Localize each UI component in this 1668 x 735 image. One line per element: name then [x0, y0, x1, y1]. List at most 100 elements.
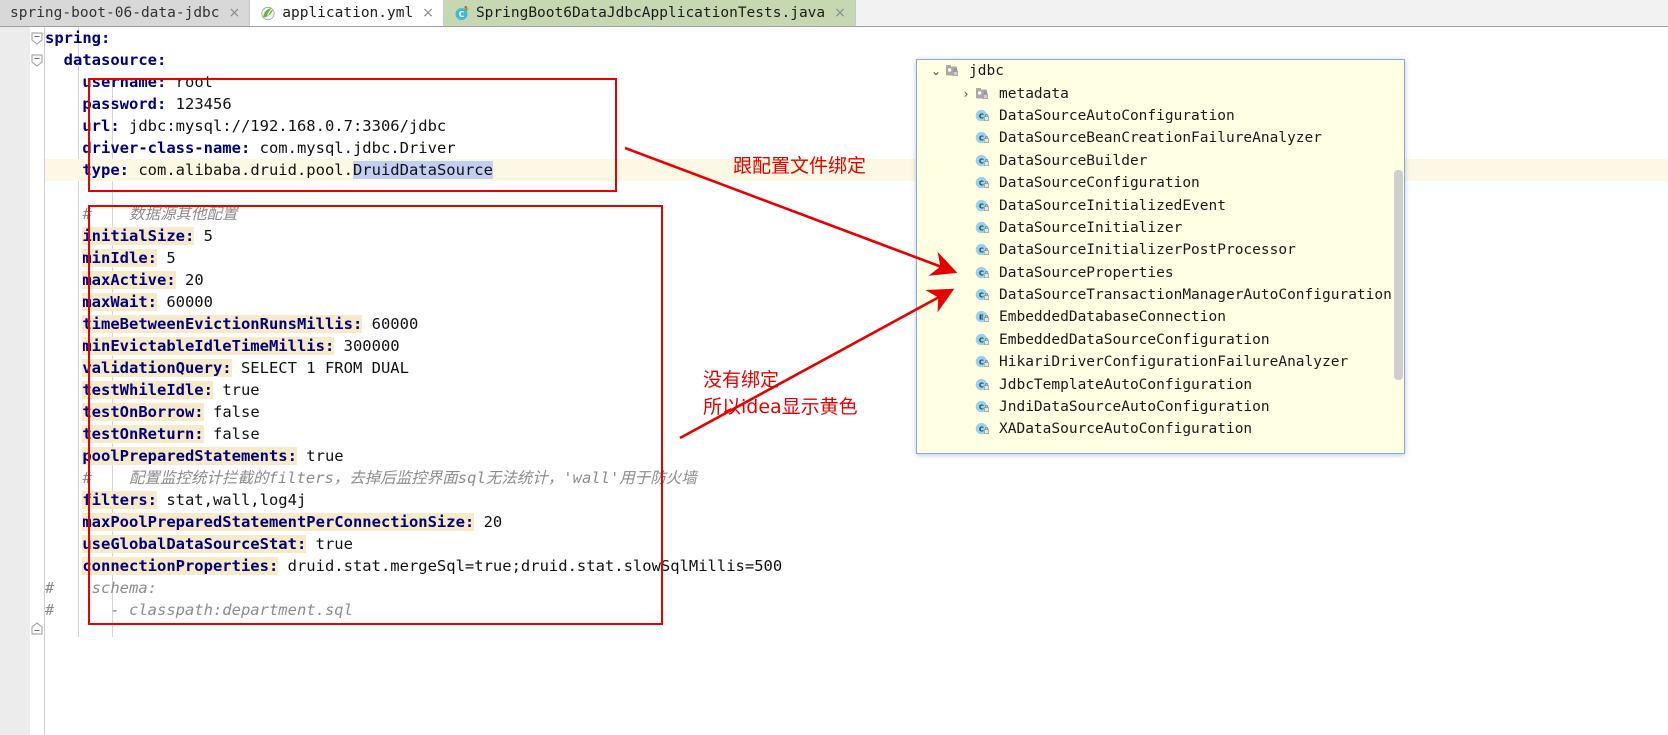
- code-line[interactable]: timeBetweenEvictionRunsMillis: 60000: [45, 313, 782, 335]
- class-icon: C: [975, 287, 995, 303]
- svg-text:C: C: [979, 426, 984, 434]
- yaml-key: poolPreparedStatements:: [82, 447, 297, 465]
- code-line[interactable]: minEvictableIdleTimeMillis: 300000: [45, 335, 782, 357]
- chevron-right-icon[interactable]: ›: [957, 87, 975, 101]
- tree-item[interactable]: C DataSourceTransactionManagerAutoConfigu…: [917, 284, 1404, 306]
- tree-item[interactable]: C DataSourceProperties: [917, 262, 1404, 284]
- svg-text:C: C: [979, 202, 984, 210]
- tree-list[interactable]: ⌄ jdbc › metadata C DataSourceAutoConfigurati…: [917, 60, 1404, 441]
- tree-item-label: HikariDriverConfigurationFailureAnalyzer: [999, 354, 1349, 371]
- tree-item[interactable]: C DataSourceAutoConfiguration: [917, 105, 1404, 127]
- editor-tab-bar: spring-boot-06-data-jdbc × application.y…: [0, 0, 1668, 27]
- tree-item-label: EmbeddedDatabaseConnection: [999, 309, 1226, 326]
- code-line[interactable]: maxActive: 20: [45, 269, 782, 291]
- fold-marker-datasource[interactable]: [31, 54, 43, 67]
- yaml-key: validationQuery:: [82, 359, 232, 377]
- code-line[interactable]: filters: stat,wall,log4j: [45, 489, 782, 511]
- tree-item-label: DataSourceBuilder: [999, 152, 1148, 169]
- code-line[interactable]: maxWait: 60000: [45, 291, 782, 313]
- tree-item[interactable]: E EmbeddedDatabaseConnection: [917, 306, 1404, 328]
- tree-item[interactable]: C DataSourceInitializer: [917, 217, 1404, 239]
- tab-spring-boot-06-data-jdbc[interactable]: spring-boot-06-data-jdbc ×: [0, 0, 251, 26]
- tree-item[interactable]: C DataSourceBeanCreationFailureAnalyzer: [917, 127, 1404, 149]
- tree-item[interactable]: › metadata: [917, 82, 1404, 104]
- svg-text:C: C: [979, 112, 984, 120]
- yaml-value: 5: [156, 249, 176, 267]
- selected-token: DruidDataSource: [352, 161, 493, 179]
- yaml-value: false: [203, 403, 260, 421]
- yaml-value: true: [306, 535, 353, 553]
- tree-item[interactable]: C JdbcTemplateAutoConfiguration: [917, 373, 1404, 395]
- tree-item[interactable]: C DataSourceInitializerPostProcessor: [917, 239, 1404, 261]
- code-line[interactable]: # - classpath:department.sql: [45, 599, 782, 621]
- tree-item[interactable]: C EmbeddedDataSourceConfiguration: [917, 329, 1404, 351]
- code-line[interactable]: initialSize: 5: [45, 225, 782, 247]
- code-line[interactable]: # 配置监控统计拦截的filters，去掉后监控界面sql无法统计，'wall'…: [45, 467, 782, 489]
- code-line[interactable]: useGlobalDataSourceStat: true: [45, 533, 782, 555]
- close-icon[interactable]: ×: [226, 6, 241, 20]
- tree-item-label: metadata: [999, 85, 1069, 102]
- tree-item-label: XADataSourceAutoConfiguration: [999, 421, 1253, 438]
- chevron-down-icon[interactable]: ⌄: [927, 64, 945, 78]
- code-line[interactable]: # schema:: [45, 577, 782, 599]
- class-icon: C: [975, 175, 995, 191]
- yaml-key: password:: [82, 95, 167, 113]
- class-icon: C: [975, 265, 995, 281]
- tree-item-label: DataSourceConfiguration: [999, 175, 1200, 192]
- tree-item[interactable]: ⌄ jdbc: [917, 60, 1404, 82]
- jdbc-package-tree-popup[interactable]: ⌄ jdbc › metadata C DataSourceAutoConfigurati…: [916, 59, 1405, 454]
- tab-application-yml[interactable]: application.yml ×: [250, 0, 444, 26]
- yaml-key: maxWait:: [82, 293, 157, 311]
- tree-item[interactable]: C DataSourceConfiguration: [917, 172, 1404, 194]
- code-line[interactable]: password: 123456: [45, 93, 782, 115]
- yaml-value: com.alibaba.druid.pool.: [129, 161, 353, 179]
- code-line[interactable]: datasource:: [45, 49, 782, 71]
- spring-leaf-icon: [260, 5, 276, 21]
- yaml-editor[interactable]: spring: datasource: username: root passw…: [0, 27, 1668, 735]
- editor-gutter-left[interactable]: [0, 27, 30, 735]
- code-line[interactable]: spring:: [45, 27, 782, 49]
- code-line[interactable]: url: jdbc:mysql://192.168.0.7:3306/jdbc: [45, 115, 782, 137]
- tree-item[interactable]: C XADataSourceAutoConfiguration: [917, 418, 1404, 440]
- fold-marker-spring[interactable]: [31, 32, 43, 45]
- code-line[interactable]: maxPoolPreparedStatementPerConnectionSiz…: [45, 511, 782, 533]
- yaml-value: SELECT 1 FROM DUAL: [231, 359, 409, 377]
- code-line[interactable]: driver-class-name: com.mysql.jdbc.Driver: [45, 137, 782, 159]
- code-line[interactable]: username: root: [45, 71, 782, 93]
- yaml-source-text[interactable]: spring: datasource: username: root passw…: [45, 27, 782, 621]
- close-icon[interactable]: ×: [419, 6, 434, 20]
- unbound-note-line-1: 没有绑定: [703, 369, 780, 391]
- code-line[interactable]: testOnBorrow: false: [45, 401, 782, 423]
- yaml-key: driver-class-name:: [82, 139, 251, 157]
- code-line[interactable]: connectionProperties: druid.stat.mergeSq…: [45, 555, 782, 577]
- code-line[interactable]: poolPreparedStatements: true: [45, 445, 782, 467]
- code-line[interactable]: type: com.alibaba.druid.pool.DruidDataSo…: [45, 159, 782, 181]
- yaml-value: 123456: [166, 95, 232, 113]
- popup-scrollbar-thumb[interactable]: [1394, 170, 1403, 380]
- yaml-value: stat,wall,log4j: [156, 491, 307, 509]
- yaml-key: minEvictableIdleTimeMillis:: [82, 337, 335, 355]
- tree-item[interactable]: C JndiDataSourceAutoConfiguration: [917, 396, 1404, 418]
- code-line[interactable]: testWhileIdle: true: [45, 379, 782, 401]
- code-line[interactable]: # 数据源其他配置: [45, 203, 782, 225]
- yaml-value: 5: [194, 227, 213, 245]
- class-icon: C: [975, 242, 995, 258]
- code-comment: # schema:: [45, 579, 157, 597]
- fold-marker-schema[interactable]: [31, 622, 43, 635]
- unbound-note-line-2: 所以idea显示黄色: [703, 396, 858, 418]
- code-line[interactable]: minIdle: 5: [45, 247, 782, 269]
- tab-springboot6datajdbcapplicationtests-java[interactable]: C SpringBoot6DataJdbcApplicationTests.ja…: [443, 0, 856, 26]
- tree-item[interactable]: C HikariDriverConfigurationFailureAnalyze…: [917, 351, 1404, 373]
- tree-item[interactable]: C DataSourceInitializedEvent: [917, 194, 1404, 216]
- code-line[interactable]: testOnReturn: false: [45, 423, 782, 445]
- svg-text:C: C: [459, 10, 465, 19]
- code-line[interactable]: [45, 181, 782, 203]
- tree-item[interactable]: C DataSourceBuilder: [917, 150, 1404, 172]
- class-icon: C: [975, 130, 995, 146]
- yaml-value: 60000: [156, 293, 213, 311]
- close-icon[interactable]: ×: [831, 6, 846, 20]
- yaml-key: testWhileIdle:: [82, 381, 213, 399]
- yaml-value: com.mysql.jdbc.Driver: [250, 139, 456, 157]
- code-line[interactable]: validationQuery: SELECT 1 FROM DUAL: [45, 357, 782, 379]
- yaml-value: druid.stat.mergeSql=true;druid.stat.slow…: [278, 557, 783, 575]
